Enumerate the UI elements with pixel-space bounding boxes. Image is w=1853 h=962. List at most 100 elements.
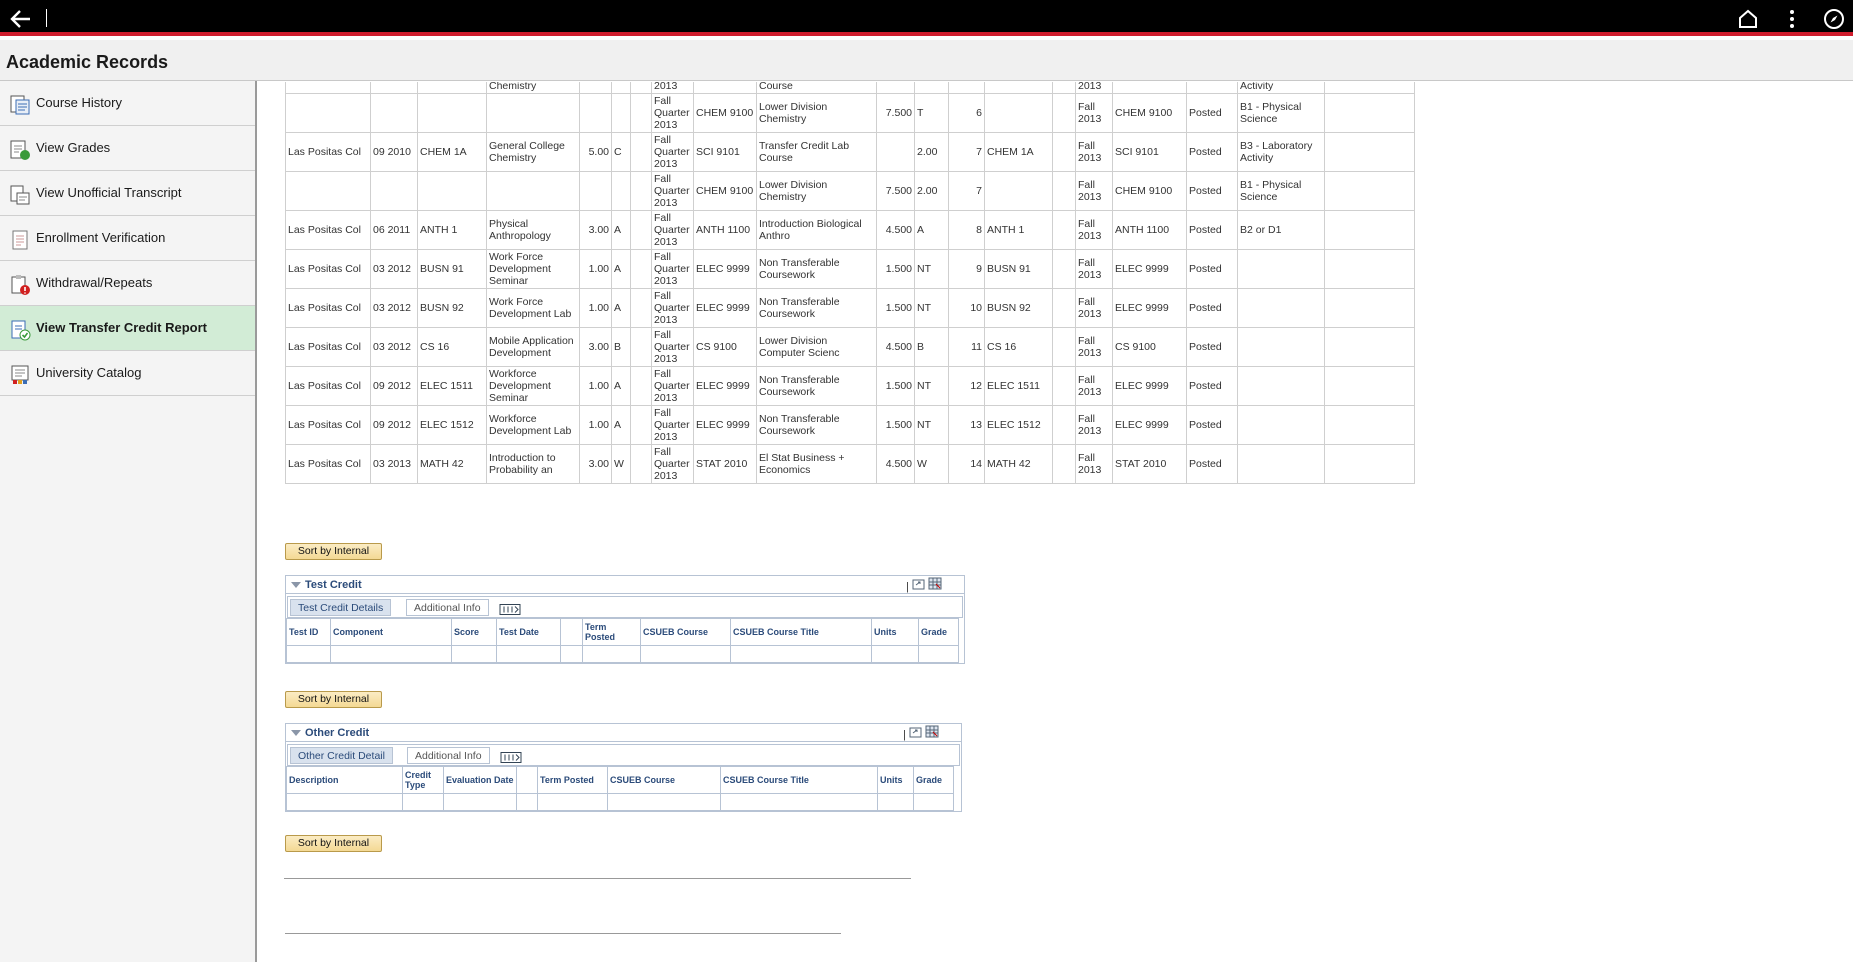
sort-by-internal-button[interactable]: Sort by Internal <box>285 691 382 708</box>
tab-other-credit-detail[interactable]: Other Credit Detail <box>290 747 393 764</box>
table-cell <box>630 327 652 367</box>
table-cell: Non Transferable Coursework <box>756 249 877 289</box>
more-vert-icon[interactable] <box>1780 7 1804 31</box>
table-cell: CS 9100 <box>693 327 757 367</box>
table-cell: W <box>611 444 631 484</box>
sidebar-item-withdrawal-repeats[interactable]: Withdrawal/Repeats <box>0 261 255 306</box>
column-header: Evaluation Date <box>443 766 517 794</box>
table-cell: 9 <box>948 249 985 289</box>
compass-icon[interactable] <box>1822 7 1846 31</box>
table-cell: Las Positas Col <box>285 249 371 289</box>
table-cell: 03 2012 <box>370 288 418 328</box>
tab-additional-info[interactable]: Additional Info <box>406 599 489 616</box>
table-cell: B <box>914 327 949 367</box>
zoom-icon[interactable] <box>909 727 922 738</box>
table-cell: Chemistry <box>486 82 580 94</box>
table-cell: Fall Quarter 2013 <box>651 210 694 250</box>
table-cell: BUSN 92 <box>417 288 487 328</box>
column-header: Term Posted <box>582 618 641 646</box>
sidebar-item-enrollment-verification[interactable]: Enrollment Verification <box>0 216 255 261</box>
table-cell <box>285 171 371 211</box>
table-cell: Transfer Credit Lab Course <box>756 132 877 172</box>
table-cell: Fall Quarter 2013 <box>651 93 694 133</box>
sidebar-item-transfer-credit-report[interactable]: View Transfer Credit Report <box>0 306 255 351</box>
table-cell <box>1052 171 1076 211</box>
table-cell: 4.500 <box>876 327 915 367</box>
table-cell: 5.00 <box>579 132 612 172</box>
download-grid-icon[interactable] <box>925 725 939 738</box>
table-cell: Physical Anthropology <box>486 210 580 250</box>
collapse-icon[interactable] <box>291 730 301 736</box>
table-cell: 1.500 <box>876 405 915 445</box>
table-cell <box>1237 327 1325 367</box>
table-cell: Las Positas Col <box>285 405 371 445</box>
column-header: Test Date <box>496 618 561 646</box>
table-cell <box>1237 444 1325 484</box>
table-row: Fall Quarter 2013 CHEM 9100 Lower Division… <box>285 171 1415 211</box>
section-title: Test Credit <box>305 579 362 591</box>
table-cell: Fall Quarter 2013 <box>651 366 694 406</box>
download-grid-icon[interactable] <box>928 577 942 590</box>
back-arrow-icon[interactable] <box>8 6 34 32</box>
table-cell: Posted <box>1186 288 1238 328</box>
table-row-partial: Chemistry 2013 Course 2013 Activity <box>285 82 1415 94</box>
sidebar-item-university-catalog[interactable]: University Catalog <box>0 351 255 396</box>
other-credit-section: Other Credit | Other Credit Detail Addit… <box>285 723 962 812</box>
show-all-columns-icon[interactable] <box>499 601 521 618</box>
zoom-icon[interactable] <box>912 579 925 590</box>
table-cell <box>611 93 631 133</box>
tab-test-credit-details[interactable]: Test Credit Details <box>290 599 392 616</box>
table-cell: 6 <box>948 93 985 133</box>
tab-additional-info[interactable]: Additional Info <box>407 747 490 764</box>
table-cell <box>1324 249 1415 289</box>
table-cell: B3 - Laboratory Activity <box>1237 132 1325 172</box>
table-cell: Fall Quarter 2013 <box>651 132 694 172</box>
table-cell: Posted <box>1186 327 1238 367</box>
sort-by-internal-button[interactable]: Sort by Internal <box>285 543 382 560</box>
column-header: Units <box>871 618 919 646</box>
address-cursor[interactable] <box>46 9 47 27</box>
table-cell: Fall 2013 <box>1075 366 1113 406</box>
table-cell: A <box>914 210 949 250</box>
transfer-report-icon <box>11 320 31 341</box>
table-cell: 13 <box>948 405 985 445</box>
table-cell <box>1324 210 1415 250</box>
table-cell: Fall Quarter 2013 <box>651 171 694 211</box>
table-cell <box>630 444 652 484</box>
table-cell: 4.500 <box>876 444 915 484</box>
other-credit-grid: Description Credit Type Evaluation Date … <box>286 766 954 811</box>
table-row: Las Positas Col 09 2012 ELEC 1511 Workforce… <box>285 366 1415 406</box>
table-row: Fall Quarter 2013 CHEM 9100 Lower Division… <box>285 93 1415 133</box>
divider <box>285 933 841 934</box>
table-cell: 4.500 <box>876 210 915 250</box>
show-all-columns-icon[interactable] <box>500 749 522 766</box>
column-header: Credit Type <box>402 766 444 794</box>
home-icon[interactable] <box>1736 7 1760 31</box>
column-header: CSUEB Course <box>640 618 731 646</box>
table-cell: Course <box>756 82 877 94</box>
table-cell <box>1237 366 1325 406</box>
sidebar-item-view-grades[interactable]: View Grades <box>0 126 255 171</box>
table-cell: MATH 42 <box>417 444 487 484</box>
column-header: Units <box>877 766 914 794</box>
table-cell: ELEC 9999 <box>693 249 757 289</box>
table-cell <box>630 366 652 406</box>
collapse-icon[interactable] <box>291 582 301 588</box>
table-cell: Fall 2013 <box>1075 288 1113 328</box>
main-content: Chemistry 2013 Course 2013 Activity Fall… <box>259 82 1853 962</box>
table-cell <box>1324 288 1415 328</box>
table-cell: Workforce Development Lab <box>486 405 580 445</box>
table-cell <box>370 93 418 133</box>
browser-topbar <box>0 0 1853 36</box>
sort-by-internal-button[interactable]: Sort by Internal <box>285 835 382 852</box>
table-cell: A <box>611 210 631 250</box>
table-cell: Non Transferable Coursework <box>756 288 877 328</box>
sidebar-item-course-history[interactable]: Course History <box>0 81 255 126</box>
table-cell: 3.00 <box>579 210 612 250</box>
table-cell: Fall 2013 <box>1075 171 1113 211</box>
table-cell <box>486 93 580 133</box>
table-cell: T <box>914 93 949 133</box>
table-cell: 03 2012 <box>370 249 418 289</box>
table-cell: BUSN 91 <box>984 249 1053 289</box>
sidebar-item-unofficial-transcript[interactable]: View Unofficial Transcript <box>0 171 255 216</box>
